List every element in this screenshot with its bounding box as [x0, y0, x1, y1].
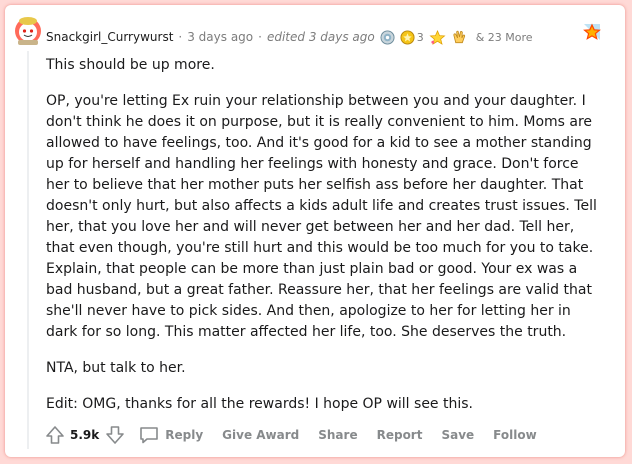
award-clap[interactable]	[451, 29, 468, 45]
clapping-hands-icon	[453, 30, 465, 44]
silver-award-icon	[380, 29, 395, 45]
thread-line[interactable]	[27, 51, 29, 449]
star-award-icon	[429, 29, 446, 45]
award-star[interactable]	[429, 29, 446, 45]
comment-bubble-icon	[140, 427, 159, 444]
award-silver[interactable]	[380, 29, 395, 45]
comment-paragraph: OP, you're letting Ex ruin your relation…	[46, 93, 597, 340]
gold-award-count: 3	[416, 30, 424, 44]
award-badge-icon	[583, 23, 601, 40]
give-award-button[interactable]: Give Award	[222, 428, 299, 442]
reply-button[interactable]: Reply	[139, 426, 203, 444]
comment-meta: Snackgirl_Currywurst · 3 days ago · edit…	[46, 26, 533, 48]
more-awards-link[interactable]: & 23 More	[476, 31, 533, 44]
edited-timestamp: edited 3 days ago	[266, 30, 375, 44]
downvote-arrow-icon[interactable]	[105, 425, 125, 445]
upvote-arrow-icon[interactable]	[45, 425, 65, 445]
username-link[interactable]: Snackgirl_Currywurst	[46, 30, 173, 44]
vote-score: 5.9k	[70, 428, 100, 442]
comment-card: Snackgirl_Currywurst · 3 days ago · edit…	[5, 5, 625, 457]
post-timestamp[interactable]: 3 days ago	[187, 30, 253, 44]
reply-label: Reply	[165, 428, 204, 442]
top-award-badge[interactable]	[581, 21, 603, 43]
follow-button[interactable]: Follow	[493, 428, 537, 442]
share-button[interactable]: Share	[318, 428, 357, 442]
award-gold[interactable]: 3	[400, 29, 424, 45]
user-avatar[interactable]	[12, 14, 44, 46]
separator-dot: ·	[258, 30, 262, 44]
comment-paragraph: NTA, but talk to her.	[46, 360, 186, 376]
comment-paragraph: Edit: OMG, thanks for all the rewards! I…	[46, 396, 473, 412]
snoo-avatar-icon	[15, 17, 41, 45]
save-button[interactable]: Save	[441, 428, 474, 442]
comment-actions: 5.9k Reply Give Award Share Report Save …	[45, 425, 537, 445]
vote-controls: 5.9k	[45, 425, 125, 445]
report-button[interactable]: Report	[377, 428, 423, 442]
separator-dot: ·	[178, 30, 183, 44]
comment-paragraph: This should be up more.	[46, 57, 215, 73]
comment-body: This should be up more. OP, you're letti…	[46, 55, 604, 430]
gold-award-icon	[400, 29, 415, 45]
